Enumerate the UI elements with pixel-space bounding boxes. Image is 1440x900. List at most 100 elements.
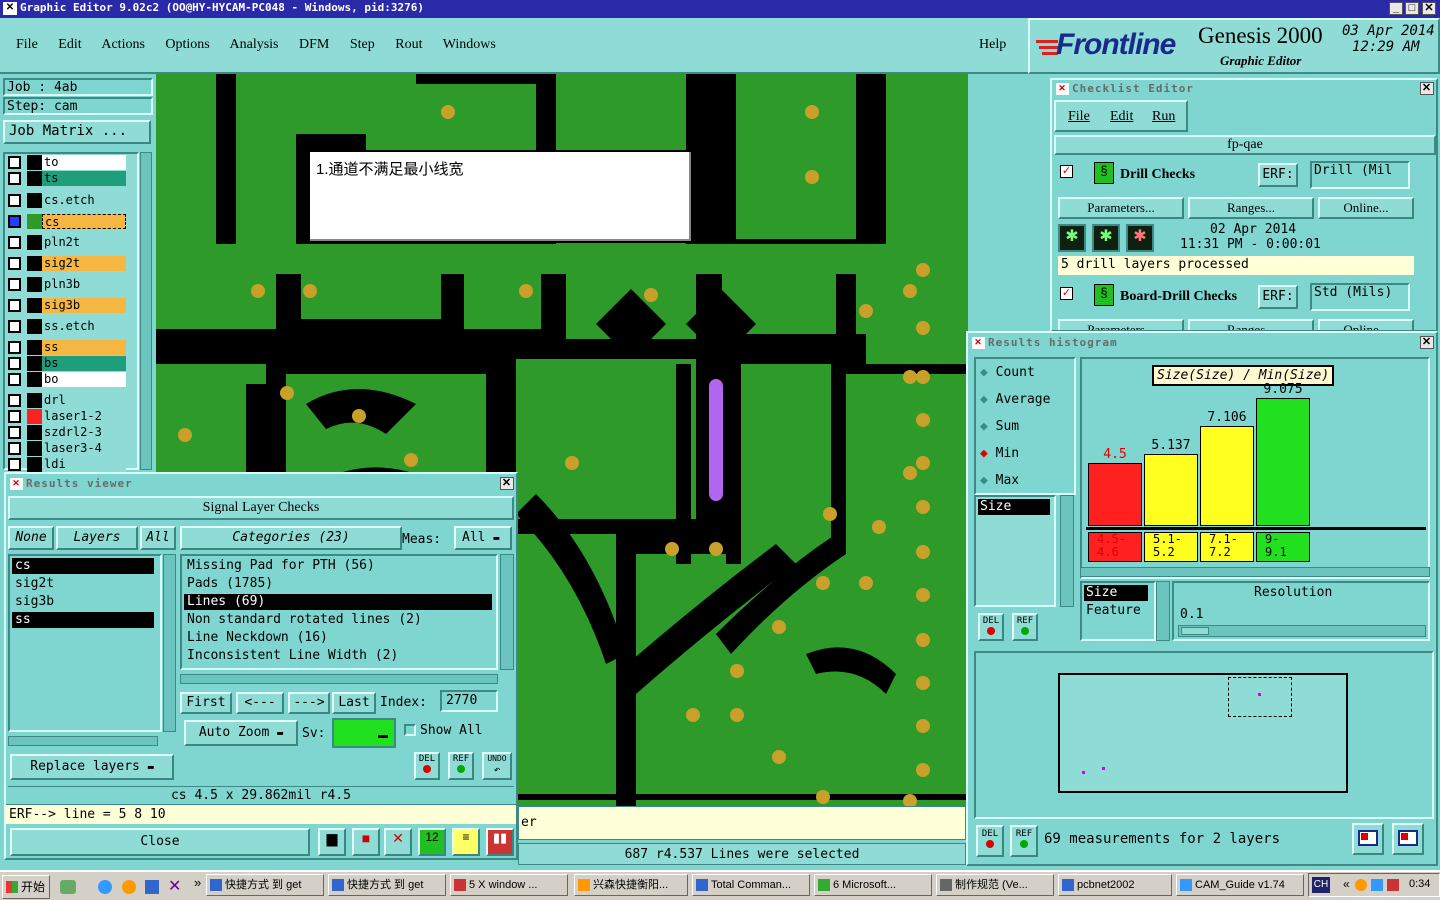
layer-row-ldi[interactable]: ldi [8, 457, 126, 472]
zoom-window-icon[interactable] [1392, 823, 1424, 855]
parameters-button[interactable]: Parameters... [1058, 197, 1184, 219]
layer-color-swatch[interactable] [27, 235, 42, 250]
run-error-icon[interactable]: ✱ [1126, 224, 1154, 252]
layer-name[interactable]: szdrl2-3 [42, 425, 126, 440]
prev-button[interactable]: <--- [236, 692, 284, 714]
tray-icon[interactable] [1371, 879, 1383, 891]
taskbar-item[interactable]: 制作规范 (Ve... [936, 874, 1054, 896]
layer-color-swatch[interactable] [27, 277, 42, 292]
tray-chevron-icon[interactable]: « [1343, 877, 1350, 891]
run-icon[interactable]: ✱ [1058, 224, 1086, 252]
layer-color-swatch[interactable] [27, 340, 42, 355]
layer-name[interactable]: laser3-4 [42, 441, 126, 456]
layer-color-swatch[interactable] [27, 393, 42, 408]
layer-row-cs.etch[interactable]: cs.etch [8, 193, 126, 208]
axis-item-feature[interactable]: Feature [1086, 603, 1141, 618]
checklist-close-button[interactable]: ✕ [1420, 82, 1434, 95]
taskbar-item[interactable]: pcbnet2002 [1058, 874, 1172, 896]
hist-icon-1[interactable]: ▆ [318, 828, 346, 856]
menu-file[interactable]: File [16, 37, 38, 52]
layer-row-sig2t[interactable]: sig2t [8, 256, 126, 271]
zoom-results-icon[interactable] [1352, 823, 1384, 855]
viewer-layer-item[interactable]: sig3b [12, 594, 154, 610]
layer-row-ts[interactable]: ts [8, 171, 126, 186]
axis-item-size[interactable]: Size [1084, 585, 1148, 601]
layer-color-swatch[interactable] [27, 409, 42, 424]
next-button[interactable]: ---> [288, 692, 330, 714]
ranges-button[interactable]: Ranges... [1188, 197, 1314, 219]
layer-name[interactable]: cs [42, 214, 126, 229]
index-input[interactable]: 2770 [440, 690, 498, 712]
histogram-bar[interactable] [1144, 454, 1198, 526]
layer-name[interactable]: ss.etch [42, 319, 126, 334]
layer-row-bs[interactable]: bs [8, 356, 126, 371]
del-button[interactable]: DEL [978, 613, 1004, 641]
ref-button[interactable]: REF [1010, 825, 1038, 857]
run-all-icon[interactable]: ✱ [1092, 224, 1120, 252]
layer-name[interactable]: cs.etch [42, 193, 126, 208]
language-indicator[interactable]: CH [1312, 877, 1330, 893]
maximize-button[interactable]: □ [1405, 2, 1419, 15]
clock-app-icon[interactable] [122, 880, 136, 894]
layer-toggle-checkbox[interactable] [8, 357, 21, 370]
taskbar-item[interactable]: Total Comman... [692, 874, 810, 896]
menu-rout[interactable]: Rout [395, 37, 422, 52]
layer-color-swatch[interactable] [27, 171, 42, 186]
more-icon[interactable]: » [194, 875, 201, 890]
layer-name[interactable]: bo [42, 372, 126, 387]
clock[interactable]: 0:34 [1409, 878, 1430, 890]
layer-name[interactable]: ts [42, 171, 126, 186]
checklist-menu-file[interactable]: File [1068, 109, 1090, 125]
meas-dropdown[interactable]: All ▬ [454, 526, 512, 550]
explorer-icon[interactable] [145, 880, 159, 894]
layer-toggle-checkbox[interactable] [8, 341, 21, 354]
last-button[interactable]: Last [332, 692, 376, 714]
category-item[interactable]: Inconsistent Line Width (2) [184, 648, 492, 664]
check-enabled-icon[interactable]: ✓ [1060, 287, 1073, 300]
layer-color-swatch[interactable] [27, 356, 42, 371]
layer-scrollbar[interactable] [140, 152, 152, 470]
minimize-button[interactable]: _ [1389, 2, 1403, 15]
layer-row-szdrl2-3[interactable]: szdrl2-3 [8, 425, 126, 440]
histogram-bar[interactable] [1088, 463, 1142, 526]
viewer-layer-hscrollbar[interactable] [8, 736, 158, 746]
menu-edit[interactable]: Edit [58, 37, 81, 52]
layer-toggle-checkbox[interactable] [8, 299, 21, 312]
layer-name[interactable]: drl [42, 393, 126, 408]
layer-toggle-checkbox[interactable] [8, 156, 21, 169]
hist-icon-2[interactable]: ■ [352, 828, 380, 856]
layer-toggle-checkbox[interactable] [8, 410, 21, 423]
categories-scrollbar[interactable] [500, 554, 514, 670]
taskbar-item[interactable]: 6 Microsoft... [814, 874, 932, 896]
x-app-icon[interactable]: ✕ [168, 876, 181, 896]
layer-row-pln3b[interactable]: pln3b [8, 277, 126, 292]
mode-radio-count[interactable]: ◆ Count [980, 365, 1035, 380]
layer-row-sig3b[interactable]: sig3b [8, 298, 126, 313]
viewer-layer-item[interactable]: ss [12, 612, 154, 628]
chart-hscrollbar[interactable] [1080, 567, 1430, 577]
layer-toggle-checkbox[interactable] [8, 257, 21, 270]
viewer-layer-item[interactable]: sig2t [12, 576, 154, 592]
menu-dfm[interactable]: DFM [299, 37, 329, 52]
layer-name[interactable]: sig3b [42, 298, 126, 313]
layer-color-swatch[interactable] [27, 298, 42, 313]
layer-row-laser3-4[interactable]: laser3-4 [8, 441, 126, 456]
size-list-item[interactable]: Size [978, 499, 1050, 515]
category-item[interactable]: Non standard rotated lines (2) [184, 612, 492, 628]
layer-row-drl[interactable]: drl [8, 393, 126, 408]
layer-color-swatch[interactable] [27, 256, 42, 271]
mode-radio-sum[interactable]: ◆ Sum [980, 419, 1019, 434]
layer-row-laser1-2[interactable]: laser1-2 [8, 409, 126, 424]
check-enabled-icon[interactable]: ✓ [1060, 165, 1073, 178]
layer-toggle-checkbox[interactable] [8, 458, 21, 471]
layer-name[interactable]: to [42, 155, 126, 170]
mode-radio-average[interactable]: ◆ Average [980, 392, 1050, 407]
layer-toggle-checkbox[interactable] [8, 320, 21, 333]
layer-name[interactable]: laser1-2 [42, 409, 126, 424]
category-item[interactable]: Lines (69) [184, 594, 492, 610]
close-viewer-button[interactable]: Close [10, 828, 310, 856]
undo-button[interactable]: UNDO ↶ [482, 752, 512, 780]
close-button[interactable]: ✕ [1422, 2, 1436, 15]
checklist-menu-run[interactable]: Run [1152, 109, 1175, 125]
layer-color-swatch[interactable] [27, 372, 42, 387]
